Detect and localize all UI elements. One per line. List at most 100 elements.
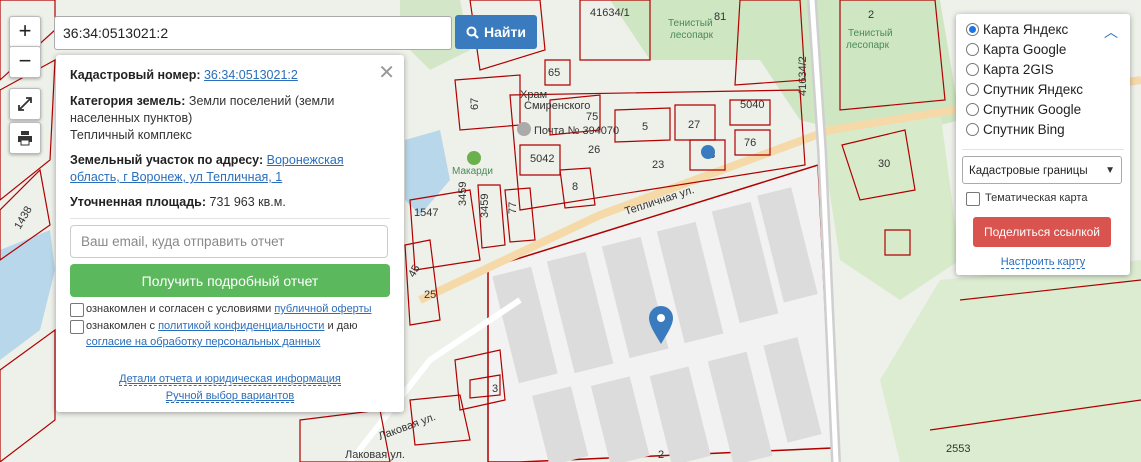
map-label: 26 [588, 144, 600, 156]
manual-link-row: Ручной выбор вариантов [56, 390, 404, 403]
consent-text: согласие на обработку персональных данны… [86, 334, 320, 350]
print-button[interactable] [9, 122, 41, 154]
address-label: Земельный участок по адресу: [70, 153, 264, 167]
privacy-agree-label: ознакомлен с [86, 320, 156, 332]
search-button-label: Найти [484, 24, 526, 40]
search-button[interactable]: Найти [455, 15, 537, 49]
privacy-policy-link[interactable]: политикой конфиденциальности [158, 320, 324, 332]
fullscreen-button[interactable] [9, 88, 41, 120]
layer-option-label: Спутник Bing [983, 121, 1065, 137]
get-report-button[interactable]: Получить подробный отчет [70, 264, 390, 297]
map-label: 77 [507, 202, 519, 214]
map-label: 5 [642, 121, 648, 133]
map-label: Почта № 394070 [534, 125, 619, 137]
map-label: 30 [878, 158, 890, 170]
report-details-link[interactable]: Детали отчета и юридическая информация [119, 373, 341, 386]
map-label: 8 [572, 181, 578, 193]
map-label: 3459 [457, 182, 469, 206]
zoom-in-button[interactable]: + [9, 16, 41, 48]
address-row: Земельный участок по адресу: Воронежская… [70, 152, 388, 186]
search-input[interactable] [54, 16, 452, 50]
layer-option-label: Спутник Яндекс [983, 81, 1084, 97]
layer-radio[interactable] [966, 62, 979, 76]
map-label: 41634/2 [797, 56, 809, 96]
map-label: Смиренского [524, 100, 590, 112]
layer-option-label: Карта Яндекс [983, 21, 1069, 37]
layer-select-value: Кадастровые границы [969, 165, 1088, 177]
divider [70, 218, 390, 219]
map-label: 76 [744, 137, 756, 149]
layer-option[interactable]: Карта 2GIS [966, 59, 1054, 79]
map-label: Лаковая ул. [345, 449, 405, 461]
layer-radio[interactable] [966, 102, 979, 116]
map-label: 27 [688, 119, 700, 131]
layer-select[interactable]: Кадастровые границы ▼ [962, 156, 1122, 184]
parcel-info-panel: ✕ Кадастровый номер: 36:34:0513021:2 Кат… [56, 55, 404, 412]
map-label: 41634/1 [590, 7, 630, 19]
map-label: 81 [714, 11, 726, 23]
map-label: 67 [469, 98, 481, 110]
area-row: Уточненная площадь: 731 963 кв.м. [70, 194, 388, 211]
map-label: 3459 [479, 194, 491, 218]
map-label: Макарди [452, 166, 493, 177]
share-link-button[interactable]: Поделиться ссылкой [973, 217, 1111, 247]
layer-panel: ︿ Карта Яндекс Карта Google Карта 2GIS Спут… [956, 14, 1130, 275]
layer-option[interactable]: Спутник Яндекс [966, 79, 1083, 99]
cadastral-number-row: Кадастровый номер: 36:34:0513021:2 [70, 67, 388, 84]
email-field[interactable] [70, 225, 388, 258]
map-label: лесопарк [846, 40, 890, 51]
printer-icon [18, 131, 32, 146]
map-label: 2 [868, 9, 874, 21]
cadastral-number-link[interactable]: 36:34:0513021:2 [204, 68, 298, 82]
layer-radio[interactable] [966, 82, 979, 96]
layer-option-label: Карта 2GIS [983, 61, 1054, 77]
shop-icon [701, 145, 715, 159]
zoom-out-button[interactable]: − [9, 46, 41, 78]
map-label: 1547 [414, 207, 438, 219]
offer-agree-label: ознакомлен и согласен с условиями [86, 303, 272, 315]
map-label: 3 [492, 383, 498, 395]
map-label: 65 [548, 67, 560, 79]
chevron-up-icon[interactable]: ︿ [1104, 22, 1118, 42]
chevron-down-icon: ▼ [1105, 165, 1115, 176]
land-use-value: Тепличный комплекс [70, 128, 192, 142]
restaurant-icon [467, 151, 481, 165]
layer-option[interactable]: Карта Яндекс [966, 19, 1068, 39]
details-link-row: Детали отчета и юридическая информация [56, 373, 404, 386]
map-label: 2 [658, 449, 664, 461]
fullscreen-icon [18, 97, 32, 111]
post-icon [517, 122, 531, 136]
map-label: 5040 [740, 99, 764, 111]
map-label: 75 [586, 111, 598, 123]
layer-option[interactable]: Спутник Google [966, 99, 1081, 119]
privacy-agree-checkbox[interactable] [70, 320, 84, 334]
divider [962, 149, 1124, 150]
personal-data-consent-link[interactable]: согласие на обработку персональных данны… [86, 336, 320, 348]
layer-option[interactable]: Карта Google [966, 39, 1066, 59]
offer-agree-text: ознакомлен и согласен с условиями публич… [86, 301, 372, 317]
layer-option[interactable]: Спутник Bing [966, 119, 1065, 139]
layer-radio[interactable] [966, 42, 979, 56]
layer-option-label: Спутник Google [983, 101, 1082, 117]
layer-option-label: Карта Google [983, 41, 1067, 57]
setup-map-link[interactable]: Настроить карту [1000, 256, 1086, 269]
offer-agree-checkbox[interactable] [70, 303, 84, 317]
land-category-label: Категория земель: [70, 94, 186, 108]
map-label: 2553 [946, 443, 970, 455]
map-label: Тенистый [848, 28, 893, 39]
map-label: 5042 [530, 153, 554, 165]
area-value: 731 963 кв.м. [209, 195, 286, 209]
thematic-map-label: Тематическая карта [985, 192, 1088, 204]
map-label: лесопарк [670, 30, 714, 41]
privacy-agree-mid: и даю [327, 320, 358, 332]
thematic-map-checkbox[interactable] [966, 192, 980, 206]
cadastral-number-label: Кадастровый номер: [70, 68, 201, 82]
layer-radio[interactable] [966, 22, 979, 36]
map-label: 25 [424, 289, 436, 301]
map-label: 23 [652, 159, 664, 171]
public-offer-link[interactable]: публичной оферты [274, 303, 371, 315]
layer-radio[interactable] [966, 122, 979, 136]
area-label: Уточненная площадь: [70, 195, 207, 209]
manual-selection-link[interactable]: Ручной выбор вариантов [165, 390, 295, 403]
land-category-row: Категория земель: Земли поселений (земли… [70, 93, 388, 127]
